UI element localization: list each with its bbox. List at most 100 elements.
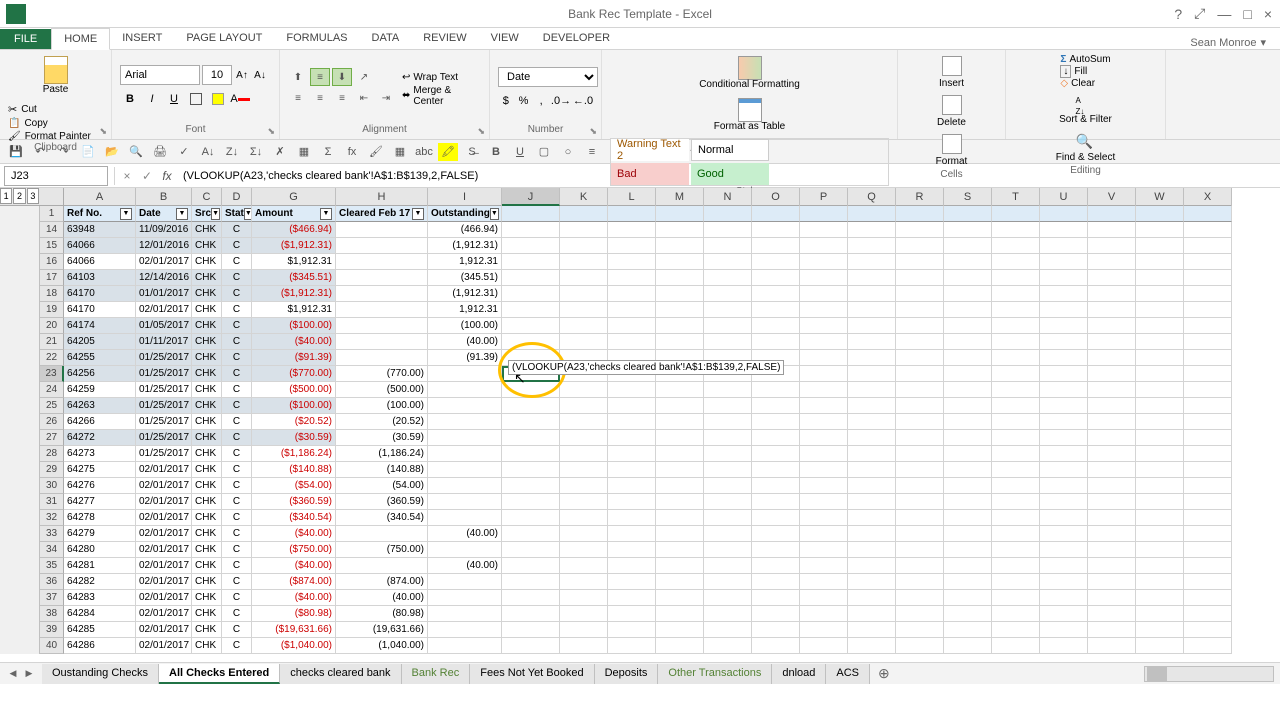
cell-X35[interactable] [1184,558,1232,574]
row-header[interactable]: 39 [40,622,64,638]
ribbon-expand-icon[interactable]: ⤢ [1194,5,1205,22]
cell-D29[interactable]: C [222,462,252,478]
style-bad[interactable]: Bad [611,163,689,185]
sort-desc-button[interactable]: Z↓ [222,143,242,161]
cell-N36[interactable] [704,574,752,590]
cell-S17[interactable] [944,270,992,286]
table-button[interactable]: ▦ [294,143,314,161]
row-header[interactable]: 38 [40,606,64,622]
cell-K36[interactable] [560,574,608,590]
header-cell-W[interactable] [1136,206,1184,222]
user-account[interactable]: Sean Monroe▾ [1190,36,1280,49]
cell-W36[interactable] [1136,574,1184,590]
cell-J39[interactable] [502,622,560,638]
cell-I37[interactable] [428,590,502,606]
cell-C20[interactable]: CHK [192,318,222,334]
cell-P16[interactable] [800,254,848,270]
cell-I28[interactable] [428,446,502,462]
cell-J32[interactable] [502,510,560,526]
subtotal-button[interactable]: Σ↓ [246,143,266,161]
column-header-H[interactable]: H [336,188,428,206]
cell-G26[interactable]: ($20.52) [252,414,336,430]
cell-R29[interactable] [896,462,944,478]
minimize-icon[interactable]: — [1217,6,1231,22]
sheet-tab-oustanding-checks[interactable]: Oustanding Checks [42,664,159,684]
cell-X15[interactable] [1184,238,1232,254]
cell-D28[interactable]: C [222,446,252,462]
cell-C25[interactable]: CHK [192,398,222,414]
cell-A17[interactable]: 64103 [64,270,136,286]
cell-C31[interactable]: CHK [192,494,222,510]
cell-D31[interactable]: C [222,494,252,510]
cell-K30[interactable] [560,478,608,494]
cell-C22[interactable]: CHK [192,350,222,366]
cell-S21[interactable] [944,334,992,350]
cell-K40[interactable] [560,638,608,654]
cell-R19[interactable] [896,302,944,318]
cell-U38[interactable] [1040,606,1088,622]
cell-O24[interactable] [752,382,800,398]
cell-P33[interactable] [800,526,848,542]
cell-P14[interactable] [800,222,848,238]
cell-S24[interactable] [944,382,992,398]
cell-X40[interactable] [1184,638,1232,654]
cell-J19[interactable] [502,302,560,318]
header-cell-S[interactable] [944,206,992,222]
cell-K15[interactable] [560,238,608,254]
cell-J37[interactable] [502,590,560,606]
row-header[interactable]: 35 [40,558,64,574]
row-header[interactable]: 14 [40,222,64,238]
cell-D25[interactable]: C [222,398,252,414]
cell-D37[interactable]: C [222,590,252,606]
cell-T38[interactable] [992,606,1040,622]
cell-U14[interactable] [1040,222,1088,238]
sheet-tab-dnload[interactable]: dnload [772,664,826,684]
menu-tab-data[interactable]: DATA [360,28,412,49]
header-cell-T[interactable] [992,206,1040,222]
cell-T28[interactable] [992,446,1040,462]
alignment-dialog-launcher[interactable]: ⬊ [477,126,485,137]
cell-A26[interactable]: 64266 [64,414,136,430]
column-header-I[interactable]: I [428,188,502,206]
cell-J17[interactable] [502,270,560,286]
column-header-B[interactable]: B [136,188,192,206]
filter-arrow-icon[interactable]: ▼ [320,208,332,220]
cell-H19[interactable] [336,302,428,318]
cell-N14[interactable] [704,222,752,238]
cell-Q20[interactable] [848,318,896,334]
cell-I21[interactable]: (40.00) [428,334,502,350]
cell-C30[interactable]: CHK [192,478,222,494]
cell-D39[interactable]: C [222,622,252,638]
cell-I20[interactable]: (100.00) [428,318,502,334]
cell-A21[interactable]: 64205 [64,334,136,350]
cell-V27[interactable] [1088,430,1136,446]
cell-W27[interactable] [1136,430,1184,446]
cell-K20[interactable] [560,318,608,334]
cell-C18[interactable]: CHK [192,286,222,302]
cell-C35[interactable]: CHK [192,558,222,574]
cell-N35[interactable] [704,558,752,574]
cell-A33[interactable]: 64279 [64,526,136,542]
cell-U33[interactable] [1040,526,1088,542]
cell-M18[interactable] [656,286,704,302]
cell-R17[interactable] [896,270,944,286]
cell-U35[interactable] [1040,558,1088,574]
cell-J30[interactable] [502,478,560,494]
cell-T36[interactable] [992,574,1040,590]
cell-R24[interactable] [896,382,944,398]
column-header-J[interactable]: J [502,188,560,206]
cell-O39[interactable] [752,622,800,638]
cell-Q35[interactable] [848,558,896,574]
cell-C29[interactable]: CHK [192,462,222,478]
cell-A37[interactable]: 64283 [64,590,136,606]
cell-K37[interactable] [560,590,608,606]
cell-Q33[interactable] [848,526,896,542]
header-cell-U[interactable] [1040,206,1088,222]
cell-Q26[interactable] [848,414,896,430]
cell-U30[interactable] [1040,478,1088,494]
cell-C17[interactable]: CHK [192,270,222,286]
cell-U34[interactable] [1040,542,1088,558]
cell-B36[interactable]: 02/01/2017 [136,574,192,590]
cell-U27[interactable] [1040,430,1088,446]
cell-U26[interactable] [1040,414,1088,430]
